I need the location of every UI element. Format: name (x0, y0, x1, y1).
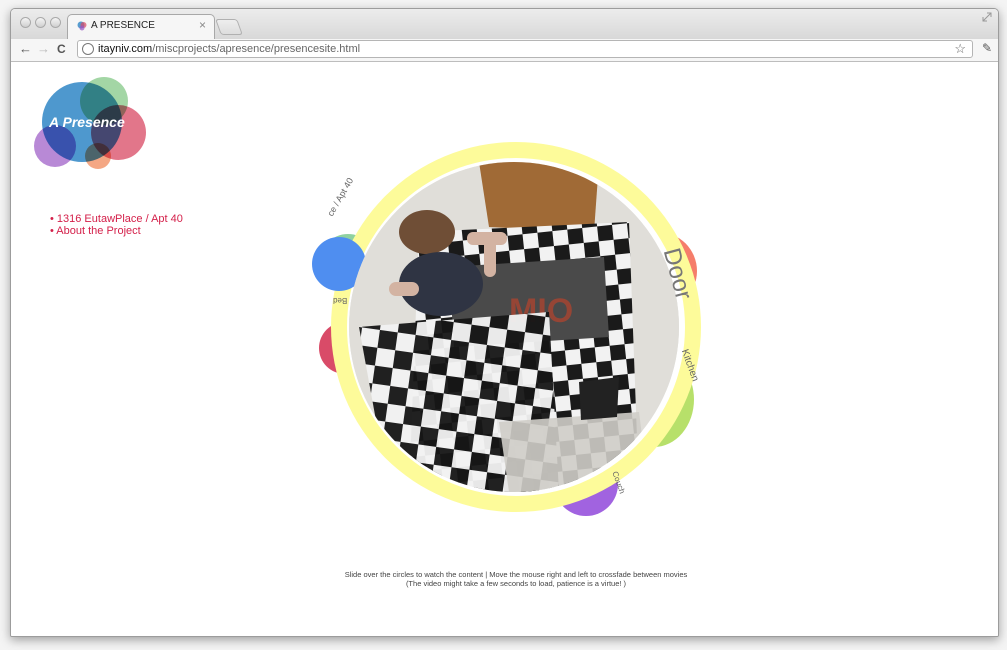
minimize-window-button[interactable] (35, 17, 46, 28)
back-button[interactable]: ← (19, 41, 32, 57)
logo[interactable]: A Presence (34, 77, 149, 172)
fullscreen-icon[interactable] (982, 12, 992, 22)
title-bar: A PRESENCE × (11, 9, 998, 39)
video-frame: MIO (349, 162, 679, 492)
url-text[interactable]: itayniv.com/miscprojects/apresence/prese… (98, 43, 360, 55)
instructions: Slide over the circles to watch the cont… (241, 570, 791, 588)
wrench-icon[interactable]: ✎ (982, 41, 992, 55)
menu-item-about[interactable]: • About the Project (50, 225, 183, 237)
logo-purple-circle (34, 125, 76, 167)
browser-toolbar: ← → C itayniv.com/miscprojects/apresence… (11, 39, 998, 62)
address-bar[interactable]: itayniv.com/miscprojects/apresence/prese… (77, 40, 973, 58)
browser-window: A PRESENCE × ← → C itayniv.com/miscproje… (10, 8, 999, 637)
web-page: A Presence • 1316 EutawPlace / Apt 40 • … (11, 62, 998, 636)
presence-viewer: MIO ce / Apt 40 Bed Door Kitchen Couch (309, 142, 709, 522)
video-view[interactable]: MIO (349, 162, 679, 492)
reload-button[interactable]: C (57, 41, 66, 57)
globe-icon (82, 43, 94, 55)
logo-orange-circle (85, 143, 111, 169)
instructions-line-2: (The video might take a few seconds to l… (405, 579, 627, 588)
zoom-window-button[interactable] (50, 17, 61, 28)
tab-title: A PRESENCE (91, 20, 155, 31)
forward-button[interactable]: → (37, 41, 50, 57)
close-window-button[interactable] (20, 17, 31, 28)
bed-label: Bed (333, 296, 348, 305)
browser-tab[interactable]: A PRESENCE × (67, 14, 215, 39)
menu-item-apartment[interactable]: • 1316 EutawPlace / Apt 40 (50, 213, 183, 225)
favicon-icon (77, 21, 87, 31)
apartment-label: ce / Apt 40 (325, 176, 356, 218)
new-tab-button[interactable] (215, 19, 243, 35)
logo-text: A Presence (49, 114, 125, 130)
tab-close-icon[interactable]: × (199, 18, 206, 32)
site-menu: • 1316 EutawPlace / Apt 40 • About the P… (50, 213, 183, 237)
bookmark-star-icon[interactable]: ☆ (954, 41, 966, 57)
instructions-line-1: Slide over the circles to watch the cont… (344, 570, 688, 579)
